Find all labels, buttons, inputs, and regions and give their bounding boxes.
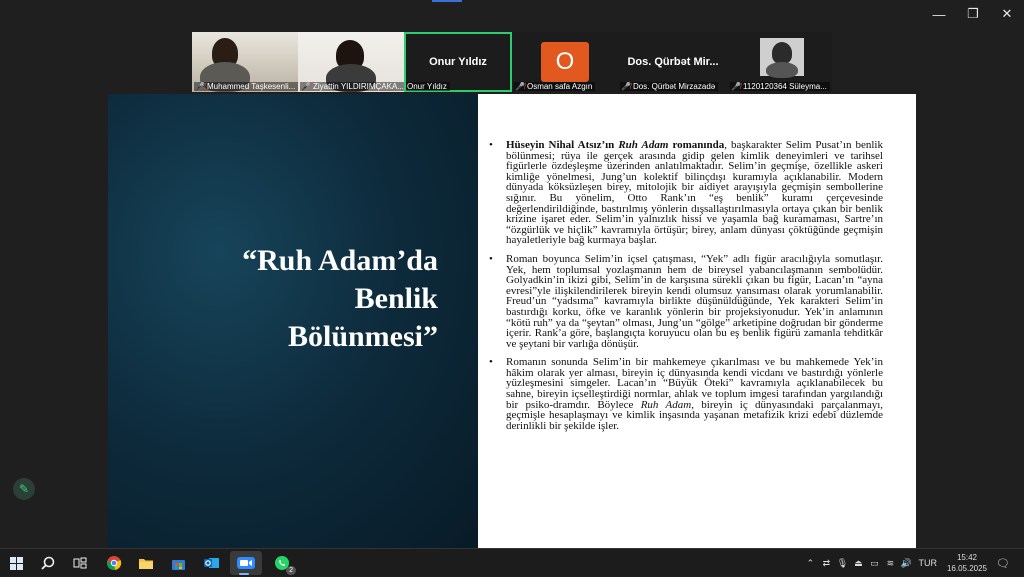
file-explorer-icon[interactable] — [132, 551, 160, 575]
clock-time: 15:42 — [956, 553, 977, 562]
whatsapp-badge: 2 — [286, 566, 296, 575]
zoom-app-icon[interactable] — [230, 551, 262, 575]
clock-date: 16.05.2025 — [946, 564, 987, 573]
task-view-icon[interactable] — [66, 551, 94, 575]
mic-off-icon: 🎤̸ — [515, 82, 525, 91]
participant-label: 🎤̸ Dos. Qürbət Mirzazadə — [620, 82, 719, 91]
mic-off-icon: 🎤̸ — [621, 82, 631, 91]
close-button[interactable]: ✕ — [990, 0, 1024, 28]
bullet-text: Roman boyunca Selim’in içsel çatışması, … — [506, 252, 883, 350]
outlook-icon[interactable] — [198, 551, 226, 575]
wifi-icon[interactable]: ≋ — [883, 558, 897, 569]
minimize-button[interactable]: — — [922, 0, 956, 28]
participant-label: 🎤̸ Ziyattin YILDIRIMÇAKA... — [300, 82, 404, 91]
bullet-text: , başkarakter Selim Pusat’ın benlik bölü… — [506, 139, 883, 247]
taskbar: 2 ⌃ ⇄ 🎙 ⏏ ▭ ≋ 🔊 TUR 15:42 16.05.2025 🗨 — [0, 548, 1024, 576]
participant-name: Ziyattin YILDIRIMÇAKA... — [312, 82, 404, 91]
participant-tile-active[interactable]: Onur Yıldız Onur Yıldız — [404, 32, 512, 92]
slide-title-line: Bölünmesi” — [287, 320, 438, 353]
window-controls: — ❐ ✕ — [922, 0, 1024, 28]
participant-name: 1120120364 Süleyma... — [742, 82, 827, 91]
language-indicator[interactable]: TUR — [918, 558, 937, 568]
avatar: O — [541, 42, 589, 82]
mic-off-icon: 🎤̸ — [731, 82, 741, 91]
whatsapp-icon[interactable]: 2 — [268, 551, 296, 575]
usb-icon[interactable]: ⏏ — [851, 558, 865, 569]
participant-label: Onur Yıldız — [406, 82, 450, 91]
participant-display-name: Dos. Qürbət Mir... — [627, 56, 719, 68]
restore-button[interactable]: ❐ — [956, 0, 990, 28]
slide-bullet: Roman boyunca Selim’in içsel çatışması, … — [488, 252, 883, 350]
participant-name: Osman safa Azgın — [526, 82, 593, 91]
slide-title-panel: “Ruh Adam’da Benlik Bölünmesi” — [108, 94, 478, 548]
system-tray: ⌃ ⇄ 🎙 ⏏ ▭ ≋ 🔊 TUR 15:42 16.05.2025 🗨 — [802, 549, 1024, 577]
participant-display-name: Onur Yıldız — [429, 56, 487, 68]
slide-title-line: “Ruh Adam’da — [242, 244, 438, 277]
participant-tile[interactable]: 🎤̸ 1120120364 Süleyma... — [728, 32, 832, 92]
chevron-up-icon[interactable]: ⌃ — [803, 558, 817, 569]
slide-title-line: Benlik — [354, 282, 438, 315]
participant-label: 🎤̸ Osman safa Azgın — [514, 82, 596, 91]
participant-strip: 🎤̸ Muhammed Taşkesenli... 🎤̸ Ziyattin YILD… — [192, 32, 832, 92]
avatar-initial: O — [555, 48, 575, 75]
microphone-icon[interactable]: 🎙 — [835, 558, 849, 569]
participant-name: Muhammed Taşkesenli... — [206, 82, 296, 91]
participant-tile[interactable]: Dos. Qürbət Mir... 🎤̸ Dos. Qürbət Mirzaza… — [618, 32, 728, 92]
search-icon[interactable] — [34, 551, 62, 575]
participant-video — [760, 38, 804, 78]
volume-icon[interactable]: 🔊 — [899, 558, 913, 569]
slide-body: Hüseyin Nihal Atsız’ın Ruh Adam romanınd… — [488, 139, 883, 439]
participant-name: Onur Yıldız — [407, 82, 447, 91]
network-activity-icon[interactable]: ⇄ — [819, 558, 833, 569]
mic-off-icon: 🎤̸ — [301, 82, 311, 91]
display-icon[interactable]: ▭ — [867, 558, 881, 569]
notification-icon[interactable]: 🗨 — [996, 557, 1010, 570]
windows-start-icon[interactable] — [2, 551, 30, 575]
microsoft-store-icon[interactable] — [164, 551, 192, 575]
chrome-icon[interactable] — [100, 551, 128, 575]
annotate-pencil-icon[interactable]: ✎ — [13, 478, 35, 500]
shared-screen-slide: “Ruh Adam’da Benlik Bölünmesi” Hüseyin N… — [108, 94, 916, 548]
participant-label: 🎤̸ 1120120364 Süleyma... — [730, 82, 830, 91]
participant-name: Dos. Qürbət Mirzazadə — [632, 82, 716, 91]
participant-label: 🎤̸ Muhammed Taşkesenli... — [194, 82, 298, 91]
participant-tile[interactable]: 🎤̸ Ziyattin YILDIRIMÇAKA... — [298, 32, 404, 92]
slide-bullet: Romanın sonunda Selim’in bir mahkemeye ç… — [488, 357, 883, 432]
participant-tile[interactable]: 🎤̸ Muhammed Taşkesenli... — [192, 32, 298, 92]
top-accent-bar — [432, 0, 462, 2]
slide-title: “Ruh Adam’da Benlik Bölünmesi” — [138, 242, 438, 356]
mic-off-icon: 🎤̸ — [195, 82, 205, 91]
participant-tile[interactable]: O 🎤̸ Osman safa Azgın — [512, 32, 618, 92]
clock[interactable]: 15:42 16.05.2025 — [947, 552, 987, 574]
slide-text-panel: Hüseyin Nihal Atsız’ın Ruh Adam romanınd… — [478, 94, 916, 548]
slide-bullet: Hüseyin Nihal Atsız’ın Ruh Adam romanınd… — [488, 139, 883, 247]
zoom-window: — ❐ ✕ 🎤̸ Muhammed Taşkesenli... 🎤̸ Ziyatti… — [0, 0, 1024, 548]
